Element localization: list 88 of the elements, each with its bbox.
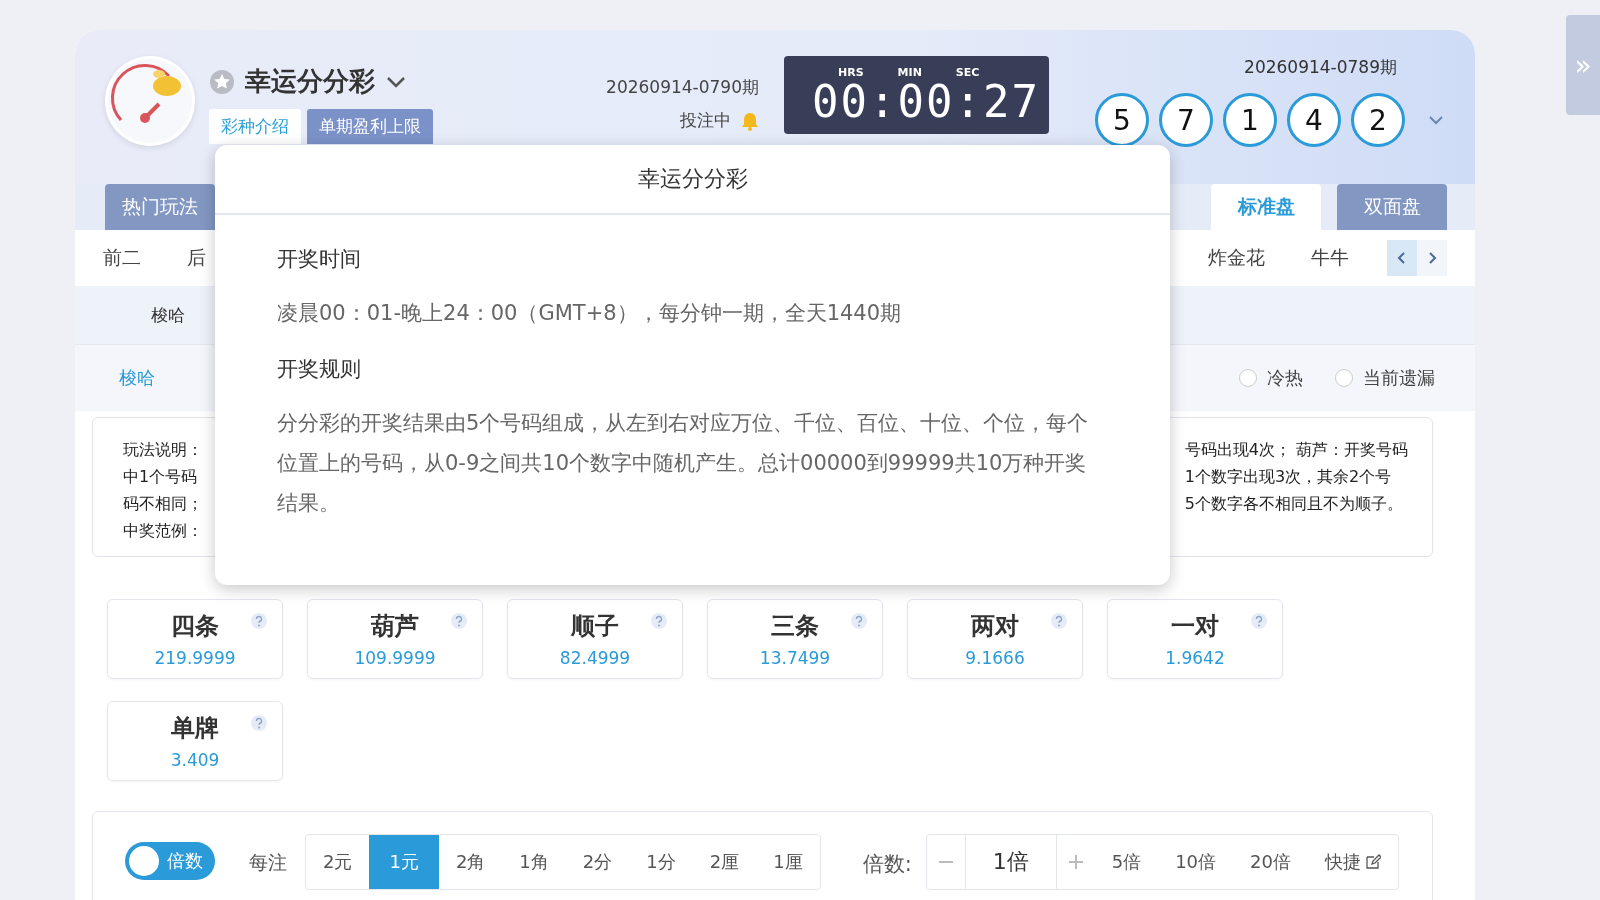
rules-text: 码不相同； [123,493,203,515]
result-ball: 2 [1351,93,1405,147]
shortcut-button[interactable]: 快捷 [1307,835,1398,889]
unit-option[interactable]: 1厘 [756,835,820,889]
unit-option[interactable]: 2角 [438,835,503,889]
bet-option-name: 葫芦 [371,611,419,642]
unit-option[interactable]: 1分 [629,835,693,889]
play-group-tab[interactable]: 梭哈 [145,302,191,328]
popup-title: 幸运分分彩 [215,145,1170,215]
section-text: 凌晨00：01-晚上24：00（GMT+8），每分钟一期，全天1440期 [277,300,903,327]
chevron-down-icon[interactable] [1427,114,1445,126]
minus-icon [938,861,953,863]
multiplier-label: 倍数: [862,851,912,878]
odds-value: 3.409 [170,750,220,770]
rules-text: 中奖范例： [123,520,203,542]
help-icon[interactable] [850,612,868,630]
chevron-left-icon [1397,251,1407,265]
play-category-tab[interactable]: 炸金花 [1200,241,1273,275]
section-heading: 开奖规则 [277,356,362,383]
option-label: 冷热 [1267,366,1303,390]
bet-option-card[interactable]: 一对 1.9642 [1107,599,1283,679]
display-option[interactable]: 当前遗漏 [1335,366,1435,390]
rules-text: 玩法说明： [123,439,203,461]
multiplier-preset[interactable]: 20倍 [1233,835,1308,889]
plus-icon [1068,855,1083,869]
lottery-title[interactable]: 幸运分分彩 [245,64,375,99]
next-button[interactable] [1417,240,1447,276]
radio-button[interactable] [1239,369,1257,387]
unit-option[interactable]: 1角 [502,835,566,889]
bet-option-name: 顺子 [571,611,619,642]
chevron-right-icon [1427,251,1437,265]
help-icon[interactable] [250,714,268,732]
result-ball: 1 [1223,93,1277,147]
odds-value: 219.9999 [154,648,236,668]
help-icon[interactable] [1250,612,1268,630]
multiplier-preset[interactable]: 10倍 [1158,835,1234,889]
odds-value: 9.1666 [965,648,1025,668]
edit-icon [1364,854,1381,870]
bet-option-card[interactable]: 三条 13.7499 [707,599,883,679]
bet-option-name: 单牌 [171,713,219,744]
bet-option-card[interactable]: 四条 219.9999 [107,599,283,679]
bet-option-name: 三条 [771,611,819,642]
help-icon[interactable] [250,612,268,630]
help-icon[interactable] [450,612,468,630]
bet-option-card[interactable]: 单牌 3.409 [107,701,283,781]
odds-value: 13.7499 [759,648,831,668]
play-category-tab[interactable]: 前二 [95,241,149,275]
play-category-tab[interactable]: 后 [179,241,214,275]
bet-option-card[interactable]: 葫芦 109.9999 [307,599,483,679]
section-heading: 开奖时间 [277,246,362,273]
result-ball: 7 [1159,93,1213,147]
bet-option-card[interactable]: 顺子 82.4999 [507,599,683,679]
unit-label: 每注 [249,850,287,875]
rules-text: 1个数字出现3次，其余2个号 [1184,466,1393,488]
play-category-tab[interactable]: 牛牛 [1303,241,1357,275]
betting-status: 投注中 [680,109,731,132]
display-option[interactable]: 冷热 [1239,366,1303,390]
bell-icon [741,110,759,131]
help-icon[interactable] [650,612,668,630]
unit-option[interactable]: 2元 [306,835,370,889]
radio-button[interactable] [1335,369,1353,387]
rules-text: 中1个号码 [123,466,199,488]
bet-option-card[interactable]: 两对 9.1666 [907,599,1083,679]
odds-value: 82.4999 [559,648,631,668]
result-ball: 5 [1095,93,1149,147]
unit-option[interactable]: 2厘 [692,835,757,889]
last-period: 20260914-0789期 [1244,56,1397,79]
rules-text: 5个数字各不相同且不为顺子。 [1184,493,1404,515]
multiplier-preset[interactable]: 5倍 [1094,835,1159,889]
rules-text: 号码出现4次； 葫芦：开奖号码 [1184,439,1408,461]
time-unit-label: SEC [955,65,980,79]
time-unit-label: MIN [897,65,922,79]
odds-value: 1.9642 [1165,648,1225,668]
help-icon[interactable] [1050,612,1068,630]
odds-value: 109.9999 [354,648,436,668]
bet-option-name: 一对 [1171,611,1219,642]
section-text: 分分彩的开奖结果由5个号码组成，从左到右对应万位、千位、百位、十位、个位，每个位置上的号码，从0-9之间共10个数字中随机产生。总计00000到99999共10万种开奖结果。 [277,410,1090,517]
previous-button[interactable] [1387,240,1417,276]
multiplier-field[interactable]: 1倍 [964,835,1057,889]
option-label: 当前遗漏 [1363,366,1435,390]
unit-option[interactable]: 2分 [565,835,630,889]
time-unit-label: HRS [838,65,864,79]
current-period: 20260914-0790期 [606,76,759,99]
countdown-time: 00:00:27 [812,78,1040,125]
chevron-down-icon[interactable] [385,74,407,89]
result-ball: 4 [1287,93,1341,147]
bet-option-name: 四条 [171,611,219,642]
bet-option-name: 两对 [971,611,1019,642]
